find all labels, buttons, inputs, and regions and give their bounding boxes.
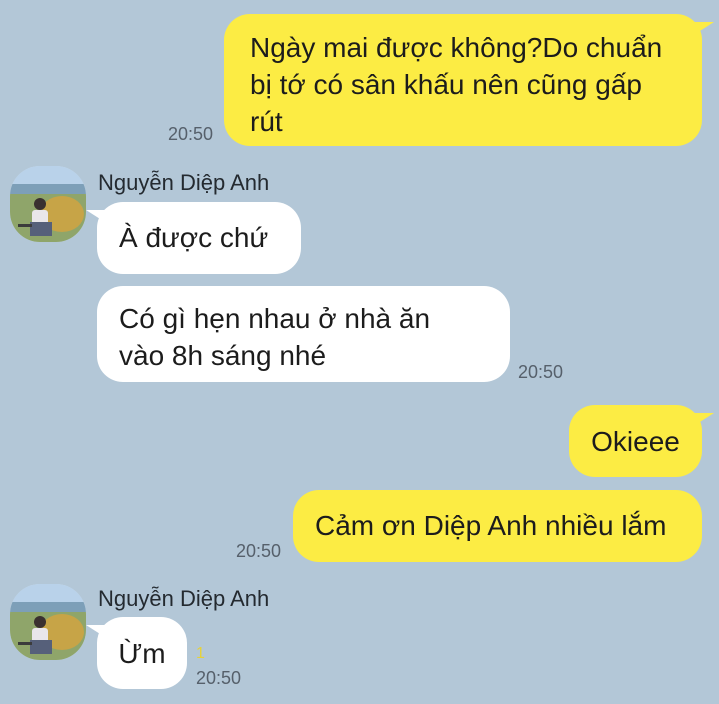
message-timestamp: 20:50 <box>236 541 282 561</box>
message-text: À được chứ <box>119 222 269 253</box>
message-text: Có gì hẹn nhau ở nhà ăn vào 8h sáng nhé <box>119 303 431 371</box>
incoming-message-bubble[interactable]: À được chứ <box>86 202 301 274</box>
incoming-message-bubble[interactable]: Ừm <box>86 617 187 689</box>
outgoing-message-bubble[interactable]: Cảm ơn Diệp Anh nhiều lắm <box>293 490 702 562</box>
avatar[interactable] <box>10 584 86 660</box>
sender-name: Nguyễn Diệp Anh <box>98 586 270 611</box>
unread-count: 1 <box>196 645 205 662</box>
outgoing-message-bubble[interactable]: Ngày mai được không?Do chuẩn bị tớ có sâ… <box>224 14 714 146</box>
message-text: Ngày mai được không?Do chuẩn bị tớ có sâ… <box>250 32 663 137</box>
avatar-photo-icon <box>10 166 86 242</box>
message-text: Okieee <box>591 426 680 457</box>
chat-area: Ngày mai được không?Do chuẩn bị tớ có sâ… <box>0 0 719 704</box>
message-text: Ừm <box>118 638 166 669</box>
incoming-message-bubble[interactable]: Có gì hẹn nhau ở nhà ăn vào 8h sáng nhé <box>97 286 510 382</box>
outgoing-message-bubble[interactable]: Okieee <box>569 405 714 477</box>
message-timestamp: 20:50 <box>196 668 242 688</box>
message-timestamp: 20:50 <box>168 124 214 144</box>
message-text: Cảm ơn Diệp Anh nhiều lắm <box>315 510 667 541</box>
avatar[interactable] <box>10 166 86 242</box>
avatar-photo-icon <box>10 584 86 660</box>
message-timestamp: 20:50 <box>518 362 564 382</box>
sender-name: Nguyễn Diệp Anh <box>98 170 270 195</box>
